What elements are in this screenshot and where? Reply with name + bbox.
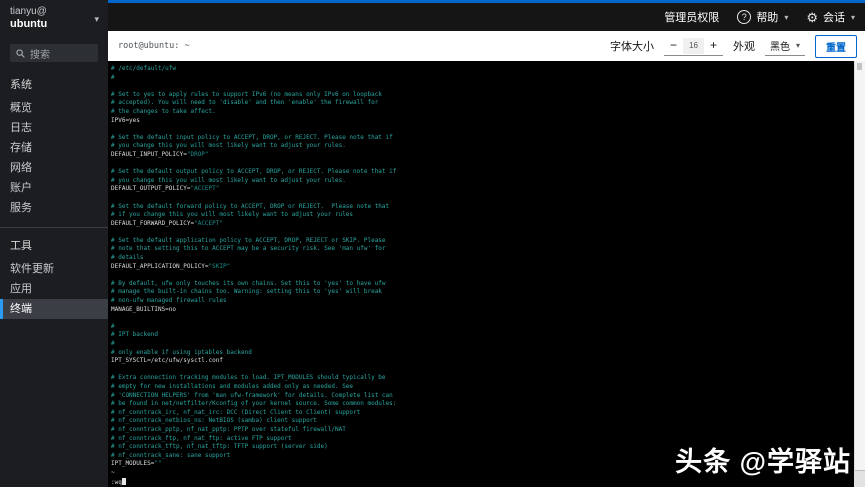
terminal-line: # note that setting this to ACCEPT may b… [111, 245, 386, 253]
terminal-line: DEFAULT_APPLICATION_POLICY="SKIP" [111, 262, 231, 270]
terminal-line: # [111, 73, 115, 81]
terminal-line: # you change this you will most likely w… [111, 142, 346, 150]
terminal-line: # nf_conntrack_netbios_ns: NetBIOS (samb… [111, 417, 317, 425]
sidebar-item-网络[interactable]: 网络 [0, 158, 108, 178]
font-size-value: 16 [683, 37, 704, 54]
reset-button[interactable]: 重置 [815, 34, 857, 58]
chevron-down-icon[interactable]: ▾ [94, 14, 99, 25]
terminal-line: # accepted). You will need to 'disable' … [111, 99, 379, 107]
terminal-session-title: root@ubuntu: ~ [118, 41, 190, 51]
host-switcher[interactable]: tianyu@ ubuntu ▾ [0, 0, 108, 35]
help-label: 帮助 [756, 12, 779, 24]
terminal-line: # be found in net/netfilter/Kconfig of y… [111, 400, 397, 408]
sidebar-item-终端[interactable]: 终端 [0, 299, 108, 319]
sidebar-item-概览[interactable]: 概览 [0, 98, 108, 118]
watermark: 头条 @学驿站 [675, 447, 851, 477]
help-menu-button[interactable]: ? 帮助 ▾ [737, 9, 788, 25]
session-label: 会话 [822, 12, 845, 24]
font-size-decrease-button[interactable]: − [664, 37, 683, 54]
masthead: 管理员权限 ? 帮助 ▾ ⚙ 会话 ▾ [108, 3, 865, 31]
chevron-down-icon: ▾ [784, 12, 789, 22]
admin-access-button[interactable]: 管理员权限 [664, 9, 719, 25]
terminal-line: DEFAULT_INPUT_POLICY="DROP" [111, 150, 209, 158]
terminal-line: # only enable if using iptables backend [111, 348, 252, 356]
sidebar-item-存储[interactable]: 存储 [0, 138, 108, 158]
scrollbar-corner [855, 470, 865, 487]
theme-select[interactable]: 黑色 ▾ [764, 36, 805, 56]
terminal-line: # 'CONNECTION HELPERS' from 'man ufw-fra… [111, 391, 393, 399]
terminal-line: # Set the default forward policy to ACCE… [111, 202, 390, 210]
terminal-line: # [111, 340, 115, 347]
sidebar-item-应用[interactable]: 应用 [0, 279, 108, 299]
terminal-line: # By default, ufw only touches its own c… [111, 279, 386, 287]
terminal-line: # Set the default application policy to … [111, 236, 386, 244]
nav-section: 工具软件更新 应用 终端 [0, 227, 108, 319]
terminal-line: # /etc/default/ufw [111, 65, 177, 72]
terminal-scrollbar[interactable] [854, 61, 865, 487]
terminal-line: # Set the default input policy to ACCEPT… [111, 133, 393, 141]
terminal-line: # Set the default output policy to ACCEP… [111, 168, 397, 176]
terminal-line: DEFAULT_OUTPUT_POLICY="ACCEPT" [111, 185, 220, 193]
theme-selected-value: 黑色 [769, 42, 790, 53]
sidebar-item-日志[interactable]: 日志 [0, 118, 108, 138]
terminal-line: IPT_SYSCTL=/etc/ufw/sysctl.conf [111, 357, 223, 365]
search-icon [16, 48, 25, 58]
font-size-increase-button[interactable]: + [704, 37, 723, 54]
appearance-label: 外观 [732, 41, 755, 53]
session-menu-button[interactable]: ⚙ 会话 ▾ [806, 9, 855, 25]
terminal-line: # nf_conntrack_pptp, nf_nat_pptp: PPTP o… [111, 425, 346, 433]
sidebar-item-软件更新[interactable]: 软件更新 [0, 259, 108, 279]
font-size-label: 字体大小 [610, 41, 655, 53]
terminal-screen[interactable]: # /etc/default/ufw # # Set to yes to appl… [108, 61, 855, 487]
chevron-down-icon: ▾ [795, 41, 800, 50]
chevron-down-icon: ▾ [850, 12, 855, 22]
username: tianyu@ [10, 6, 47, 17]
search-placeholder: 搜索 [30, 49, 50, 61]
terminal-controls: 字体大小 − 16 + 外观 黑色 ▾ 重置 [610, 34, 857, 58]
terminal-line: # IPT backend [111, 331, 158, 339]
scrollbar-thumb[interactable] [857, 63, 862, 70]
terminal-line: DEFAULT_FORWARD_POLICY="ACCEPT" [111, 219, 223, 227]
nav-section-header: 系统 [10, 79, 32, 91]
terminal-line: # Set to yes to apply rules to support I… [111, 90, 382, 98]
terminal-line: # Extra connection tracking modules to l… [111, 374, 386, 382]
main-area: 管理员权限 ? 帮助 ▾ ⚙ 会话 ▾ root@ubuntu: ~ 字体大小 … [108, 0, 865, 487]
terminal-line: IPV6=yes [111, 116, 140, 124]
terminal-line: # details [111, 254, 144, 262]
sidebar-nav: 系统概览 日志 存储 网络 账户 服务工具软件更新 应用 终端 [0, 72, 108, 319]
terminal-line: # nf_conntrack_irc, nf_nat_irc: DCC (Dir… [111, 408, 361, 416]
nav-section-header: 工具 [10, 240, 32, 252]
search-input[interactable]: 搜索 [10, 44, 98, 62]
help-icon: ? [737, 10, 752, 24]
terminal-line: # empty for new installations and module… [111, 382, 354, 390]
sidebar-item-服务[interactable]: 服务 [0, 198, 108, 218]
sidebar: tianyu@ ubuntu ▾ 搜索 系统概览 日志 存储 网络 账户 服务工具软件更新… [0, 0, 108, 487]
admin-access-label: 管理员权限 [664, 12, 720, 24]
gear-icon: ⚙ [806, 9, 818, 25]
terminal-line: # [111, 322, 115, 330]
terminal-line: # if you change this you will most likel… [111, 211, 354, 219]
terminal-line: # the changes to take affect. [111, 107, 216, 115]
nav-section: 系统概览 日志 存储 网络 账户 服务 [0, 72, 108, 218]
terminal-line: # non-ufw managed firewall rules [111, 297, 227, 305]
terminal-line: # you change this you will most likely w… [111, 176, 346, 184]
terminal-line: MANAGE_BUILTINS=no [111, 305, 177, 313]
font-size-stepper: − 16 + [664, 36, 723, 56]
terminal-toolbar: root@ubuntu: ~ 字体大小 − 16 + 外观 黑色 ▾ 重置 [108, 31, 865, 61]
terminal-cursor [121, 477, 126, 485]
terminal-line: # manage the built-in chains too. Warnin… [111, 288, 382, 296]
sidebar-item-账户[interactable]: 账户 [0, 178, 108, 198]
hostname: ubuntu [10, 18, 48, 30]
terminal-output: # /etc/default/ufw # # Set to yes to appl… [111, 65, 855, 487]
